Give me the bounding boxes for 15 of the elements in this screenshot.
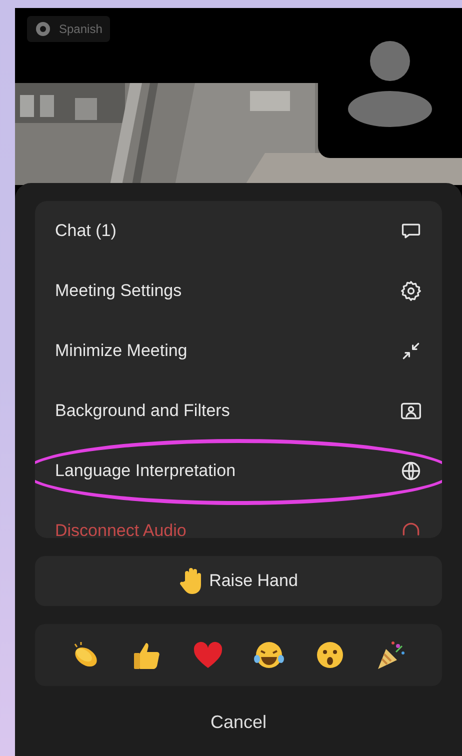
globe-icon: [400, 460, 422, 482]
language-icon: [35, 21, 51, 37]
cancel-button[interactable]: Cancel: [35, 702, 442, 742]
menu-item[interactable]: Language Interpretation: [35, 441, 442, 501]
settings-icon: [400, 280, 422, 302]
language-badge[interactable]: Spanish: [27, 16, 110, 42]
language-label: Spanish: [59, 21, 102, 38]
raise-hand-button[interactable]: Raise Hand: [35, 556, 442, 606]
menu-item[interactable]: Background and Filters: [35, 381, 442, 441]
menu-item[interactable]: Minimize Meeting: [35, 321, 442, 381]
avatar-icon: [346, 39, 434, 127]
person-frame-icon: [400, 400, 422, 422]
minimize-arrows-icon: [400, 340, 422, 362]
menu-item[interactable]: Chat (1): [35, 201, 442, 261]
menu-item[interactable]: Meeting Settings: [35, 261, 442, 321]
